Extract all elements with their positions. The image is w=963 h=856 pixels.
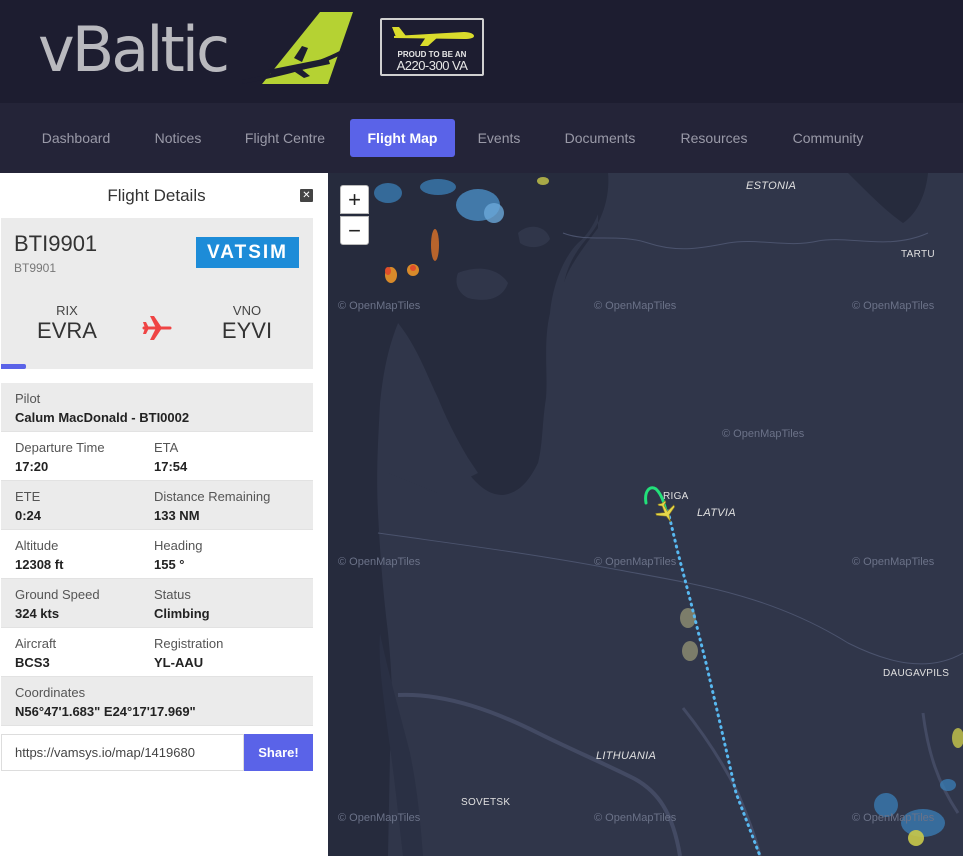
map-label-estonia: ESTONIA [746, 180, 797, 192]
distance-remaining-value: 133 NM [154, 508, 200, 523]
callsign: BTI9901 [14, 231, 98, 256]
flight-summary-card: BTI9901 BT9901 VATSIM RIX EVRA VNO EYVI [1, 218, 313, 369]
detail-row-pilot: Pilot Calum MacDonald - BTI0002 [1, 383, 313, 432]
aircraft-marker-icon[interactable] [654, 500, 678, 524]
status-label: Status [154, 587, 191, 602]
map-label-daugavpils: DAUGAVPILS [883, 668, 950, 679]
aircraft-value: BCS3 [15, 655, 50, 670]
nav-flight-map[interactable]: Flight Map [350, 119, 455, 157]
map-attribution: © OpenMapTiles [852, 556, 935, 568]
flight-progress-bar [1, 364, 26, 369]
heading-label: Heading [154, 538, 203, 553]
coordinates-label: Coordinates [15, 685, 86, 700]
status-value: Climbing [154, 606, 210, 621]
detail-row-speed: Ground Speed 324 kts Status Climbing [1, 579, 313, 628]
distance-remaining-label: Distance Remaining [154, 489, 271, 504]
ground-speed-label: Ground Speed [15, 587, 100, 602]
eta-label: ETA [154, 440, 179, 455]
pilot-label: Pilot [15, 391, 41, 406]
planned-route [666, 509, 762, 856]
map-attribution: © OpenMapTiles [594, 556, 677, 568]
origin-iata: RIX [56, 303, 78, 318]
map-label-riga: RIGA [663, 491, 689, 502]
vatsim-logo: VATSIM [196, 237, 299, 268]
main-nav: Dashboard Notices Flight Centre Flight M… [0, 103, 963, 173]
close-icon[interactable]: ✕ [300, 189, 313, 202]
flight-map[interactable]: + − ESTONIA TARTU RIGA LATVIA DAUGAVPILS… [328, 173, 963, 856]
share-url-input[interactable]: https://vamsys.io/map/1419680 [1, 734, 244, 771]
nav-resources[interactable]: Resources [666, 119, 762, 157]
eta-value: 17:54 [154, 459, 188, 474]
site-header: vBaltic PROUD TO BE AN A220-300 VA [0, 0, 963, 103]
nav-dashboard[interactable]: Dashboard [26, 119, 126, 157]
share-button[interactable]: Share! [244, 734, 313, 771]
origin-icao: EVRA [37, 318, 97, 343]
departure-time-label: Departure Time [15, 440, 105, 455]
detail-row-aircraft: Aircraft BCS3 Registration YL-AAU [1, 628, 313, 677]
nav-notices[interactable]: Notices [140, 119, 216, 157]
map-attribution: © OpenMapTiles [852, 300, 935, 312]
plane-icon [142, 316, 172, 340]
a220-badge: PROUD TO BE AN A220-300 VA [380, 18, 484, 76]
map-attribution: © OpenMapTiles [338, 812, 421, 824]
departure-time-value: 17:20 [15, 459, 49, 474]
altitude-value: 12308 ft [15, 557, 64, 572]
map-attribution: © OpenMapTiles [722, 428, 805, 440]
detail-row-altitude: Altitude 12308 ft Heading 155 ° [1, 530, 313, 579]
pilot-value: Calum MacDonald - BTI0002 [15, 410, 190, 425]
detail-row-times: Departure Time 17:20 ETA 17:54 [1, 432, 313, 481]
zoom-in-button[interactable]: + [340, 185, 369, 214]
map-attribution: © OpenMapTiles [338, 300, 421, 312]
detail-row-ete: ETE 0:24 Distance Remaining 133 NM [1, 481, 313, 530]
panel-title: Flight Details [107, 186, 206, 205]
map-attribution: © OpenMapTiles [594, 300, 677, 312]
map-label-lithuania: LITHUANIA [596, 750, 657, 762]
registration-value: YL-AAU [154, 655, 204, 670]
altitude-label: Altitude [15, 538, 59, 553]
map-attribution: © OpenMapTiles [852, 812, 935, 824]
coordinates-value: N56°47'1.683" E24°17'17.969" [15, 704, 196, 719]
map-label-latvia: LATVIA [697, 507, 736, 519]
nav-community[interactable]: Community [778, 119, 878, 157]
ete-label: ETE [15, 489, 41, 504]
ground-speed-value: 324 kts [15, 606, 60, 621]
flight-details-table: Pilot Calum MacDonald - BTI0002 Departur… [1, 383, 313, 726]
map-label-tartu: TARTU [901, 249, 935, 260]
nav-events[interactable]: Events [466, 119, 532, 157]
map-attribution: © OpenMapTiles [594, 812, 677, 824]
map-attribution: © OpenMapTiles [338, 556, 421, 568]
registration-label: Registration [154, 636, 224, 651]
detail-row-coordinates: Coordinates N56°47'1.683" E24°17'17.969" [1, 677, 313, 726]
flight-number: BT9901 [14, 261, 57, 275]
zoom-out-button[interactable]: − [340, 216, 369, 245]
logo-tail-icon [241, 12, 353, 84]
nav-flight-centre[interactable]: Flight Centre [232, 119, 338, 157]
heading-value: 155 ° [154, 557, 185, 572]
a220-aircraft-icon [392, 27, 474, 46]
nav-documents[interactable]: Documents [550, 119, 650, 157]
ete-value: 0:24 [15, 508, 42, 523]
map-label-sovetsk: SOVETSK [461, 797, 511, 808]
badge-line-2: A220-300 VA [396, 58, 468, 73]
destination-iata: VNO [232, 303, 262, 318]
aircraft-label: Aircraft [15, 636, 57, 651]
site-logo[interactable]: vBaltic [38, 10, 230, 90]
destination-icao: EYVI [221, 318, 273, 343]
